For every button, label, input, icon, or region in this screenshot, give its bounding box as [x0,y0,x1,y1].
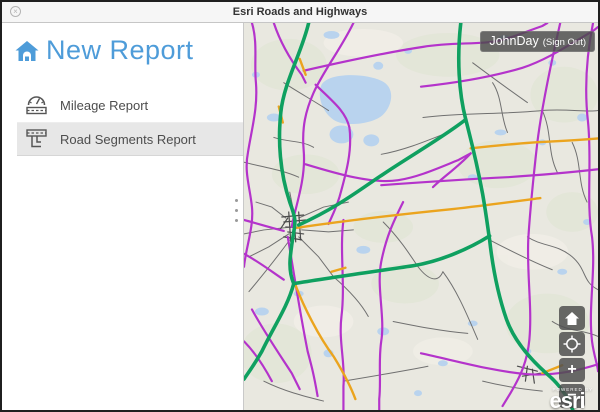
road-segments-report-icon [24,127,50,151]
locate-button[interactable] [559,332,585,356]
mileage-report-icon [24,93,50,117]
menu-item-label: Road Segments Report [60,132,196,147]
menu-item-mileage-report[interactable]: Mileage Report [17,88,243,122]
panel-header: New Report [14,35,243,66]
report-panel: New Report Mileage Report [2,23,243,411]
page-title: New Report [46,35,194,66]
map-controls: + − [559,306,585,410]
zoom-in-button[interactable]: + [559,358,585,382]
sign-out-link[interactable]: (Sign Out) [543,32,586,53]
panel-resize-handle[interactable] [232,199,240,229]
map-view[interactable]: JohnDay (Sign Out) [243,23,598,411]
basemap-canvas [244,23,598,411]
locate-icon [563,335,581,353]
menu-item-label: Mileage Report [60,98,148,113]
app-window: × Esri Roads and Highways New Report [0,0,600,412]
title-bar: × Esri Roads and Highways [2,2,598,23]
window-title: Esri Roads and Highways [2,2,598,22]
home-icon [14,38,40,64]
home-icon [564,311,580,326]
report-menu: Mileage Report Road Segments Report [2,88,243,156]
home-extent-button[interactable] [559,306,585,330]
user-button[interactable]: JohnDay (Sign Out) [480,31,595,52]
user-name: JohnDay [489,31,538,52]
minus-icon: − [567,388,576,404]
menu-item-road-segments-report[interactable]: Road Segments Report [17,122,243,156]
plus-icon: + [567,362,576,378]
zoom-out-button[interactable]: − [559,384,585,408]
